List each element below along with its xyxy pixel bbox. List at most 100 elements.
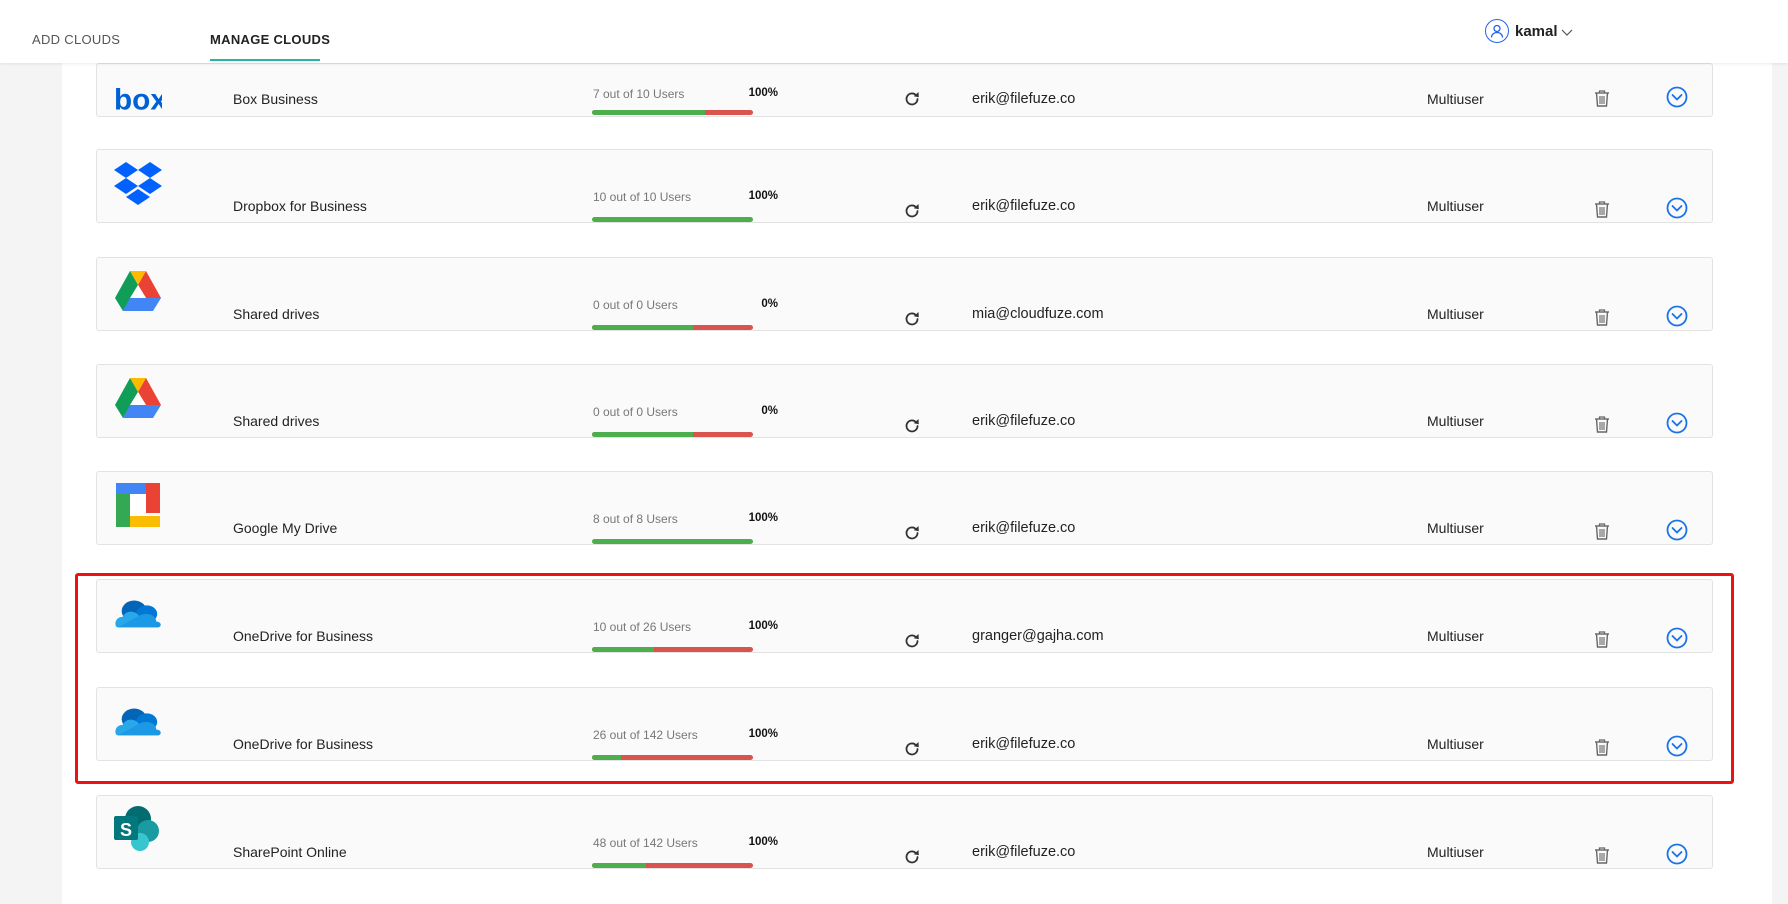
refresh-icon[interactable]: [902, 739, 922, 759]
google-drive-logo: [114, 374, 162, 422]
expand-icon[interactable]: [1666, 627, 1688, 649]
progress-fill: [592, 863, 647, 868]
user-type: Multiuser: [1427, 520, 1484, 536]
user-count: 0 out of 0 Users: [593, 298, 678, 312]
trash-icon[interactable]: [1593, 307, 1611, 327]
cloud-row: box Box Business 7 out of 10 Users 100% …: [96, 63, 1713, 117]
user-name: kamal: [1515, 22, 1558, 40]
cloud-name: Google My Drive: [233, 520, 338, 536]
cloud-name: Shared drives: [233, 306, 320, 322]
expand-icon[interactable]: [1666, 412, 1688, 434]
progress-fill: [592, 432, 694, 437]
user-count: 10 out of 10 Users: [593, 190, 692, 204]
progress-fill: [592, 325, 694, 330]
cloud-name: OneDrive for Business: [233, 628, 374, 644]
svg-text:box: box: [114, 85, 162, 115]
progress-fill: [592, 217, 753, 222]
cloud-email: erik@filefuze.co: [972, 844, 1076, 860]
cloud-email: erik@filefuze.co: [972, 413, 1076, 429]
progress-bar: [592, 539, 753, 544]
progress-bar: [592, 863, 753, 868]
progress-fill: [592, 539, 753, 544]
refresh-icon[interactable]: [902, 416, 922, 436]
user-count: 8 out of 8 Users: [593, 512, 678, 526]
cloud-row: Shared drives 0 out of 0 Users 0% mia@cl…: [96, 257, 1713, 331]
percent-label: 100%: [748, 190, 778, 202]
cloud-row: S SharePoint Online 48 out of 142 Users …: [96, 795, 1713, 869]
refresh-icon[interactable]: [902, 201, 922, 221]
user-count: 10 out of 26 Users: [593, 620, 692, 634]
cloud-row: Dropbox for Business 10 out of 10 Users …: [96, 149, 1713, 223]
box-logo: box: [114, 76, 162, 124]
cloud-email: erik@filefuze.co: [972, 736, 1076, 752]
tab-add-clouds[interactable]: ADD CLOUDS: [32, 32, 120, 47]
user-menu[interactable]: kamal: [1485, 18, 1573, 44]
trash-icon[interactable]: [1593, 521, 1611, 541]
progress-bar: [592, 432, 753, 437]
cloud-name: Box Business: [233, 91, 318, 107]
progress-fill: [592, 647, 654, 652]
trash-icon[interactable]: [1593, 88, 1611, 108]
cloud-email: erik@filefuze.co: [972, 198, 1076, 214]
cloud-name: Shared drives: [233, 413, 320, 429]
progress-bar: [592, 110, 753, 115]
percent-label: 100%: [748, 836, 778, 848]
progress-bar: [592, 217, 753, 222]
cloud-row: OneDrive for Business 10 out of 26 Users…: [96, 579, 1713, 653]
refresh-icon[interactable]: [902, 309, 922, 329]
trash-icon[interactable]: [1593, 845, 1611, 865]
expand-icon[interactable]: [1666, 843, 1688, 865]
user-type: Multiuser: [1427, 198, 1484, 214]
chevron-down-icon: [1561, 24, 1573, 42]
trash-icon[interactable]: [1593, 629, 1611, 649]
sharepoint-logo: S: [114, 805, 162, 853]
cloud-row: Google My Drive 8 out of 8 Users 100% er…: [96, 471, 1713, 545]
top-nav-bar: ADD CLOUDS MANAGE CLOUDS kamal: [0, 0, 1788, 63]
tab-manage-clouds[interactable]: MANAGE CLOUDS: [210, 32, 330, 47]
expand-icon[interactable]: [1666, 735, 1688, 757]
expand-icon[interactable]: [1666, 197, 1688, 219]
refresh-icon[interactable]: [902, 631, 922, 651]
svg-text:S: S: [120, 820, 132, 840]
progress-bar: [592, 755, 753, 760]
percent-label: 100%: [748, 512, 778, 524]
cloud-email: erik@filefuze.co: [972, 91, 1076, 107]
trash-icon[interactable]: [1593, 199, 1611, 219]
refresh-icon[interactable]: [902, 523, 922, 543]
user-count: 26 out of 142 Users: [593, 728, 698, 742]
user-icon: [1485, 19, 1509, 43]
refresh-icon[interactable]: [902, 847, 922, 867]
percent-label: 100%: [748, 87, 778, 99]
cloud-name: SharePoint Online: [233, 844, 347, 860]
expand-icon[interactable]: [1666, 519, 1688, 541]
expand-icon[interactable]: [1666, 86, 1688, 108]
cloud-row: OneDrive for Business 26 out of 142 User…: [96, 687, 1713, 761]
cloud-name: Dropbox for Business: [233, 198, 367, 214]
cloud-email: granger@gajha.com: [972, 628, 1104, 644]
user-type: Multiuser: [1427, 736, 1484, 752]
progress-bar: [592, 325, 753, 330]
percent-label: 0%: [761, 298, 778, 310]
google-my-drive-logo: [114, 481, 162, 529]
user-type: Multiuser: [1427, 91, 1484, 107]
onedrive-logo: [114, 589, 162, 637]
cloud-email: erik@filefuze.co: [972, 520, 1076, 536]
expand-icon[interactable]: [1666, 305, 1688, 327]
progress-bar: [592, 647, 753, 652]
percent-label: 0%: [761, 405, 778, 417]
google-drive-logo: [114, 267, 162, 315]
user-count: 0 out of 0 Users: [593, 405, 678, 419]
refresh-icon[interactable]: [902, 89, 922, 109]
user-type: Multiuser: [1427, 844, 1484, 860]
trash-icon[interactable]: [1593, 737, 1611, 757]
user-type: Multiuser: [1427, 306, 1484, 322]
percent-label: 100%: [748, 728, 778, 740]
onedrive-logo: [114, 697, 162, 745]
active-tab-indicator: [210, 59, 320, 61]
percent-label: 100%: [748, 620, 778, 632]
user-count: 7 out of 10 Users: [593, 87, 685, 101]
user-count: 48 out of 142 Users: [593, 836, 698, 850]
trash-icon[interactable]: [1593, 414, 1611, 434]
progress-fill: [592, 755, 622, 760]
user-type: Multiuser: [1427, 413, 1484, 429]
